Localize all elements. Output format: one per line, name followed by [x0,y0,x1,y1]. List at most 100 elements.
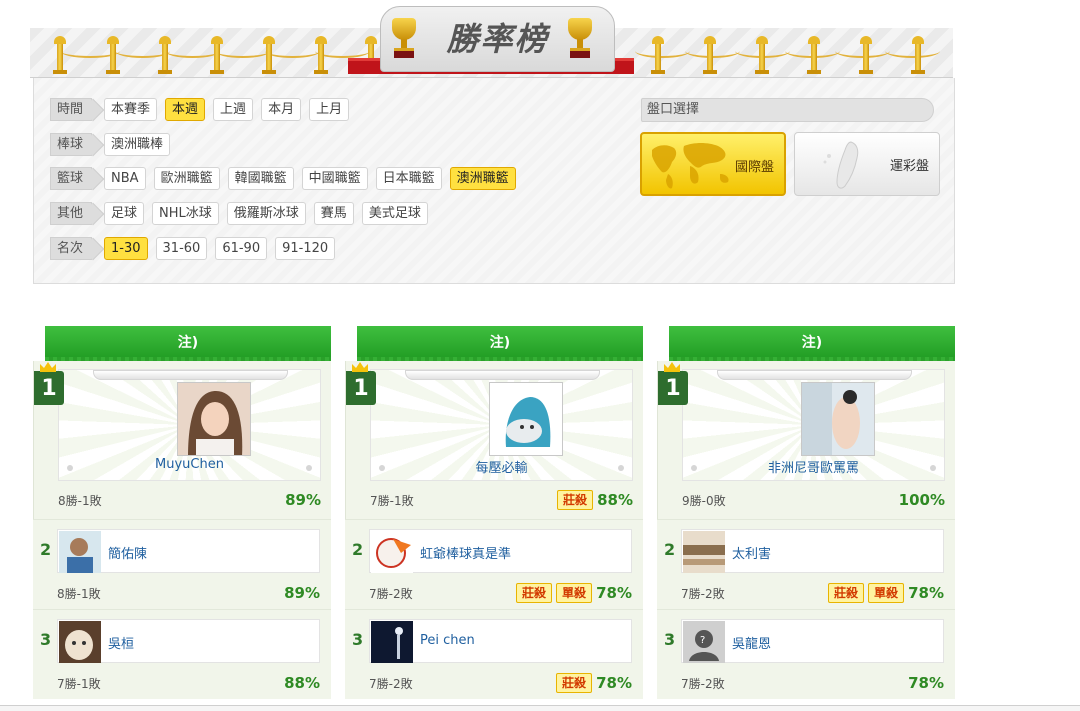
filter-option[interactable]: 韓國職籃 [227,167,294,190]
win-loss-record: 7勝-2敗 [681,677,725,691]
filter-option[interactable]: 俄羅斯冰球 [226,202,306,225]
post-icon [911,36,925,74]
rank-number: 3 [352,630,364,649]
filter-option[interactable]: 日本職籃 [375,167,442,190]
avatar[interactable] [489,382,563,456]
user-meta: 7勝-2敗 莊殺 單殺 78% [369,582,632,604]
user-card[interactable]: Pei chen [369,619,632,663]
rope [215,44,270,58]
ranking-column: 注) 1 非洲尼哥歐罵罵 9勝-0敗 100% 2 太利害 7勝-2敗 莊殺 單… [657,326,955,699]
column-header: 注) [357,326,643,361]
post-icon [314,36,328,74]
page-bottom-divider [0,705,1080,711]
user-card[interactable]: 簡佑陳 [57,529,320,573]
rank-row: 2 簡佑陳 8勝-1敗 89% [33,519,331,609]
rank-row: 3 吳桓 7勝-1敗 88% [33,609,331,699]
rank-badge-1: 1 [658,371,688,405]
first-place-name[interactable]: MuyuChen [58,457,321,472]
win-rate: 78% [596,584,632,602]
ranking-column: 注) 1 MuyuChen 8勝-1敗 89% 2 簡佑陳 8勝-1敗 89% … [33,326,331,699]
rank-badge-1: 1 [346,371,376,405]
win-rate: 100% [898,491,945,509]
avatar[interactable] [371,531,413,573]
first-place-card: 1 MuyuChen 8勝-1敗 89% [33,361,331,519]
rank-number: 3 [40,630,52,649]
filter-option[interactable]: 中國職籃 [301,167,368,190]
win-rate: 89% [285,491,321,509]
post-icon [755,36,769,74]
crown-icon [40,362,56,372]
filter-option[interactable]: 足球 [104,202,145,225]
filter-option[interactable]: 本月 [261,98,302,121]
filter-label-other: 其他 [50,202,93,225]
user-card[interactable]: 太利害 [681,529,944,573]
international-market-label: 國際盤 [734,160,774,175]
rope [635,44,690,58]
win-loss-record: 7勝-1敗 [370,494,414,508]
win-loss-record: 9勝-0敗 [682,494,726,508]
international-market-button[interactable]: 國際盤 [640,132,786,196]
filter-option[interactable]: NBA [104,167,146,190]
filter-option[interactable]: 本賽季 [104,98,158,121]
filter-option[interactable]: 上月 [309,98,350,121]
rank-number: 2 [664,540,676,559]
banker-kill-badge: 莊殺 [555,673,592,693]
post-icon [210,36,224,74]
user-name[interactable]: 吳龍恩 [732,633,771,652]
filter-option-selected[interactable]: 澳洲職籃 [449,167,516,190]
post-icon [262,36,276,74]
avatar[interactable] [59,531,101,573]
user-name[interactable]: 簡佑陳 [108,543,147,562]
win-rate: 78% [908,674,944,692]
user-name[interactable]: 虹爺棒球真是準 [420,543,511,562]
avatar[interactable]: ? [683,621,725,663]
filter-option[interactable]: 61-90 [215,237,268,260]
filter-row-other: 其他 足球 NHL冰球 俄羅斯冰球 賽馬 美式足球 [50,202,436,225]
user-card[interactable]: 吳桓 [57,619,320,663]
filter-option[interactable]: 歐洲職籃 [153,167,220,190]
filter-label-basketball: 籃球 [50,167,93,190]
rank-number: 2 [352,540,364,559]
column-header: 注) [669,326,955,361]
win-loss-record: 8勝-1敗 [58,494,102,508]
user-name[interactable]: 吳桓 [108,633,134,652]
first-place-name[interactable]: 非洲尼哥歐罵罵 [682,457,945,476]
filter-option[interactable]: 91-120 [275,237,336,260]
avatar[interactable] [371,621,413,663]
ranking-column: 注) 1 每壓必輸 7勝-1敗 莊殺 88% 2 虹爺棒球真是準 7勝-2敗 莊… [345,326,643,699]
taiwan-map-icon [823,141,859,189]
banker-kill-badge: 莊殺 [556,490,593,510]
filter-row-rank: 名次 1-30 31-60 61-90 91-120 [50,237,343,260]
filter-option[interactable]: 美式足球 [361,202,428,225]
filter-option[interactable]: 上週 [213,98,254,121]
avatar[interactable] [177,382,251,456]
svg-text:?: ? [700,635,705,646]
filter-option[interactable]: 賽馬 [313,202,354,225]
rank-row: 2 太利害 7勝-2敗 莊殺 單殺 78% [657,519,955,609]
user-name[interactable]: 太利害 [732,543,771,562]
filter-option-selected[interactable]: 本週 [165,98,206,121]
filter-option-selected[interactable]: 1-30 [104,237,148,260]
filter-row-basketball: 籃球 NBA 歐洲職籃 韓國職籃 中國職籃 日本職籃 澳洲職籃 [50,167,524,190]
avatar[interactable] [801,382,875,456]
filter-option[interactable]: 澳洲職棒 [104,133,171,156]
user-name[interactable]: Pei chen [420,633,475,648]
post-icon [807,36,821,74]
win-rate: 88% [284,674,320,692]
user-card[interactable]: ? 吳龍恩 [681,619,944,663]
market-select-header: 盤口選擇 [641,98,934,122]
avatar[interactable] [59,621,101,663]
rope [885,44,940,58]
rank-number: 2 [40,540,52,559]
crown-icon [664,362,680,372]
lottery-market-button[interactable]: 運彩盤 [794,132,940,196]
filter-option[interactable]: NHL冰球 [152,202,219,225]
first-place-name[interactable]: 每壓必輸 [370,457,633,476]
avatar[interactable] [683,531,725,573]
win-loss-record: 7勝-1敗 [57,677,101,691]
first-place-meta: 9勝-0敗 100% [682,489,945,511]
user-card[interactable]: 虹爺棒球真是準 [369,529,632,573]
win-rate: 78% [596,674,632,692]
filter-panel: 時間 本賽季 本週 上週 本月 上月 棒球 澳洲職棒 籃球 NBA 歐洲職籃 韓… [33,78,955,284]
filter-option[interactable]: 31-60 [155,237,208,260]
